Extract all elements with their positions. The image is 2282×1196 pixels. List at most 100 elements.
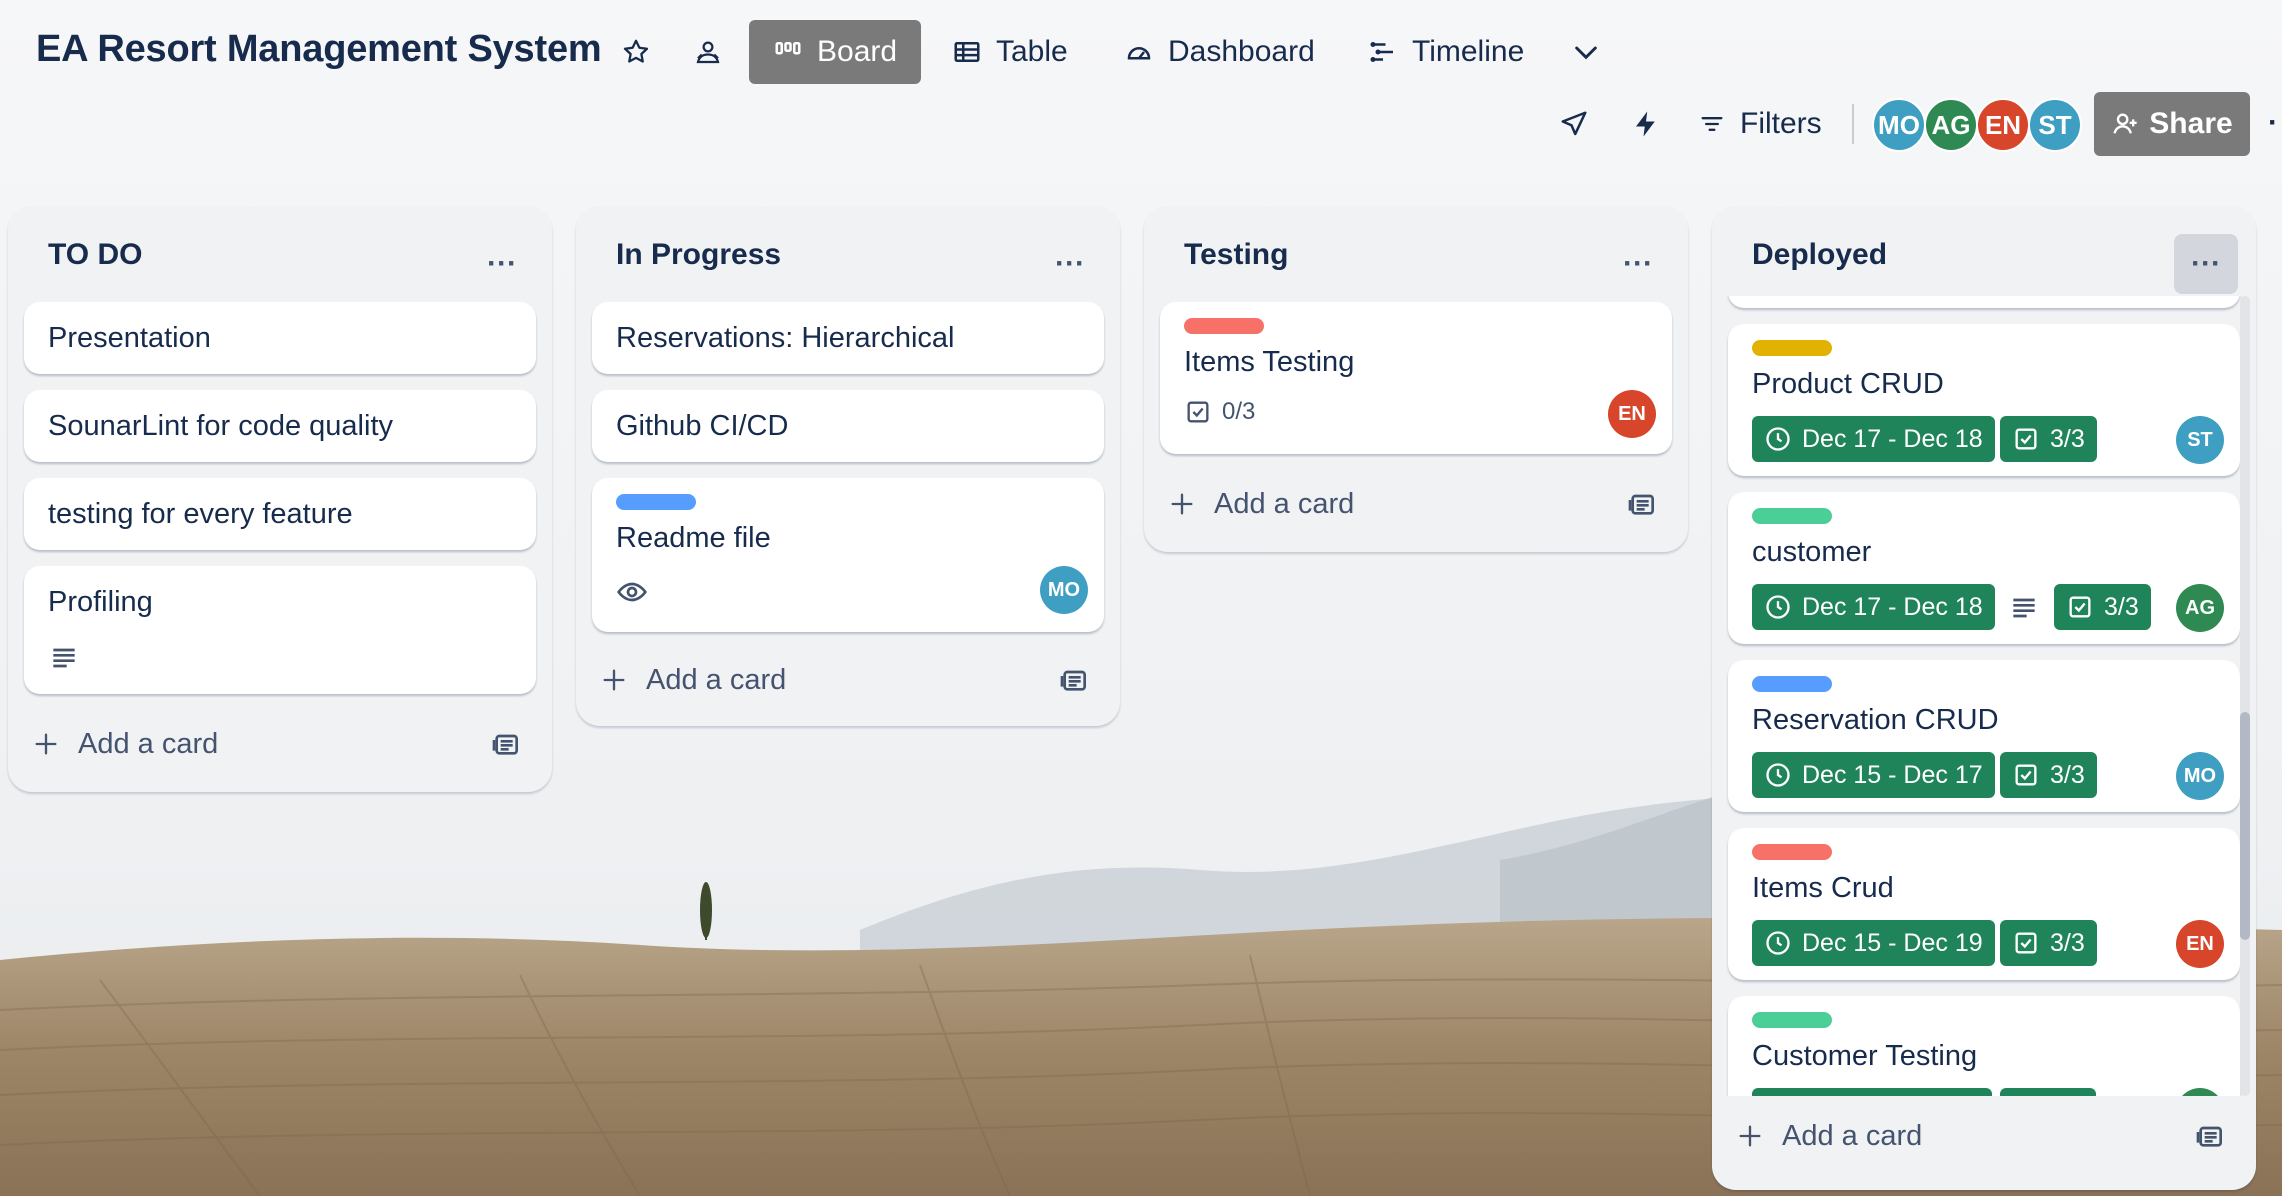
share-label: Share — [2149, 107, 2233, 140]
tab-label: Table — [996, 35, 1068, 68]
tab-dashboard[interactable]: Dashboard — [1100, 20, 1339, 84]
avatar[interactable]: ST — [2176, 416, 2224, 464]
card[interactable]: Readme file MO — [592, 478, 1104, 632]
tab-board[interactable]: Board — [749, 20, 922, 84]
card-template-icon[interactable] — [2194, 1120, 2226, 1152]
checklist-count: 0/3 — [1222, 398, 1256, 425]
list-title[interactable]: Deployed — [1752, 238, 1887, 272]
card[interactable]: Presentation — [24, 302, 536, 374]
chevron-down-icon[interactable] — [1564, 30, 1608, 74]
card[interactable] — [1728, 296, 2240, 308]
card[interactable]: testing for every feature — [24, 478, 536, 550]
card-label — [1752, 340, 1832, 356]
member-avatar[interactable]: MO — [1872, 98, 1926, 152]
checklist-badge: 3/3 — [2054, 584, 2151, 630]
add-card-button[interactable]: Add a card — [600, 652, 786, 708]
power-ups-icon[interactable] — [1550, 100, 1598, 148]
avatar[interactable]: MO — [2176, 752, 2224, 800]
visibility-icon[interactable] — [686, 30, 730, 74]
checklist-icon — [1187, 401, 1209, 423]
card-label — [1752, 1012, 1832, 1028]
card-scroll-area[interactable]: Product CRUD Dec 17 - Dec 18 3/3 ST cust… — [1712, 296, 2256, 1096]
member-avatar[interactable]: EN — [1976, 98, 2030, 152]
add-user-icon — [2113, 113, 2137, 134]
checklist-icon — [2015, 764, 2037, 786]
share-button[interactable]: Share — [2094, 92, 2250, 156]
scrollbar-track[interactable] — [2240, 296, 2250, 1096]
card-title: customer — [1752, 536, 1872, 568]
list-title[interactable]: In Progress — [616, 238, 781, 272]
scrollbar-thumb[interactable] — [2240, 712, 2250, 940]
add-card-button[interactable]: Add a card — [1168, 476, 1354, 532]
due-date-badge[interactable]: Dec 15 - Dec 19 — [1752, 920, 1995, 966]
checklist-badge: 3/3 — [2000, 752, 2097, 798]
list-menu-icon[interactable]: ··· — [1038, 234, 1102, 294]
avatar-initials: AG — [2185, 596, 2215, 619]
checklist-count: 3/3 — [2050, 928, 2085, 957]
card[interactable]: Customer Testing — [1728, 996, 2240, 1096]
card[interactable]: Items Testing 0/3 EN — [1160, 302, 1672, 454]
card-label — [1752, 844, 1832, 860]
board-menu-icon[interactable]: · — [2268, 106, 2278, 140]
list-menu-icon[interactable]: ··· — [1606, 234, 1670, 294]
checklist-badge: 3/3 — [2000, 416, 2097, 462]
card[interactable]: Profiling — [24, 566, 536, 694]
star-icon[interactable] — [614, 30, 658, 74]
list-header: In Progress ··· — [576, 206, 1120, 302]
filters-label: Filters — [1740, 107, 1822, 140]
card-title: Items Crud — [1752, 872, 1894, 904]
card-template-icon[interactable] — [1626, 488, 1658, 520]
list-header: Deployed ··· — [1712, 206, 2256, 302]
member-avatar[interactable]: ST — [2028, 98, 2082, 152]
tab-timeline[interactable]: Timeline — [1344, 20, 1548, 84]
tab-table[interactable]: Table — [928, 20, 1092, 84]
avatar[interactable]: EN — [2176, 920, 2224, 968]
checklist-badge — [2000, 1088, 2096, 1096]
add-card-button[interactable]: Add a card — [1736, 1108, 1922, 1164]
add-card-button[interactable]: Add a card — [32, 716, 218, 772]
member-avatar[interactable]: AG — [1924, 98, 1978, 152]
due-date-badge[interactable]: Dec 17 - Dec 18 — [1752, 584, 1995, 630]
list-title[interactable]: Testing — [1184, 238, 1288, 272]
due-date-badge[interactable]: Dec 17 - Dec 18 — [1752, 416, 1995, 462]
card-title: Product CRUD — [1752, 368, 1944, 400]
filters-button[interactable]: Filters — [1698, 100, 1822, 148]
card-title: Reservations: Hierarchical — [616, 322, 955, 354]
checklist-count: 3/3 — [2050, 760, 2085, 789]
description-icon — [53, 648, 75, 668]
automation-icon[interactable] — [1622, 100, 1670, 148]
card[interactable]: Items Crud Dec 15 - Dec 19 3/3 EN — [1728, 828, 2240, 980]
avatar[interactable]: EN — [1608, 390, 1656, 438]
avatar[interactable]: MO — [1040, 566, 1088, 614]
card[interactable]: Github CI/CD — [592, 390, 1104, 462]
avatar[interactable] — [2176, 1088, 2224, 1096]
tab-label: Timeline — [1412, 35, 1525, 68]
card-title: Items Testing — [1184, 346, 1355, 378]
list-menu-icon[interactable]: ··· — [470, 234, 534, 294]
add-card-label: Add a card — [646, 663, 787, 696]
card-label — [616, 494, 696, 510]
card-title: Readme file — [616, 522, 771, 554]
list-menu-icon[interactable]: ··· — [2174, 234, 2238, 294]
card[interactable]: customer Dec 17 - Dec 18 3/3 AG — [1728, 492, 2240, 644]
card[interactable]: Reservations: Hierarchical — [592, 302, 1104, 374]
board-icon — [775, 42, 801, 55]
list-title[interactable]: TO DO — [48, 238, 142, 272]
plus-icon — [603, 669, 625, 691]
board-title[interactable]: EA Resort Management System — [36, 28, 602, 71]
card-label — [1752, 676, 1832, 692]
card[interactable]: SounarLint for code quality — [24, 390, 536, 462]
avatar[interactable]: AG — [2176, 584, 2224, 632]
card-template-icon[interactable] — [1058, 664, 1090, 696]
card[interactable]: Reservation CRUD Dec 15 - Dec 17 3/3 MO — [1728, 660, 2240, 812]
tab-label: Dashboard — [1168, 35, 1315, 68]
card[interactable]: Product CRUD Dec 17 - Dec 18 3/3 ST — [1728, 324, 2240, 476]
due-date-badge[interactable]: Dec 15 - Dec 17 — [1752, 752, 1995, 798]
due-date-badge[interactable] — [1752, 1088, 1992, 1096]
due-dates: Dec 17 - Dec 18 — [1802, 424, 1983, 453]
card-template-icon[interactable] — [490, 728, 522, 760]
tab-label: Board — [817, 35, 898, 68]
card-title: Profiling — [48, 586, 153, 618]
member-initials: EN — [1984, 109, 2022, 140]
card-title: Customer Testing — [1752, 1040, 1978, 1072]
